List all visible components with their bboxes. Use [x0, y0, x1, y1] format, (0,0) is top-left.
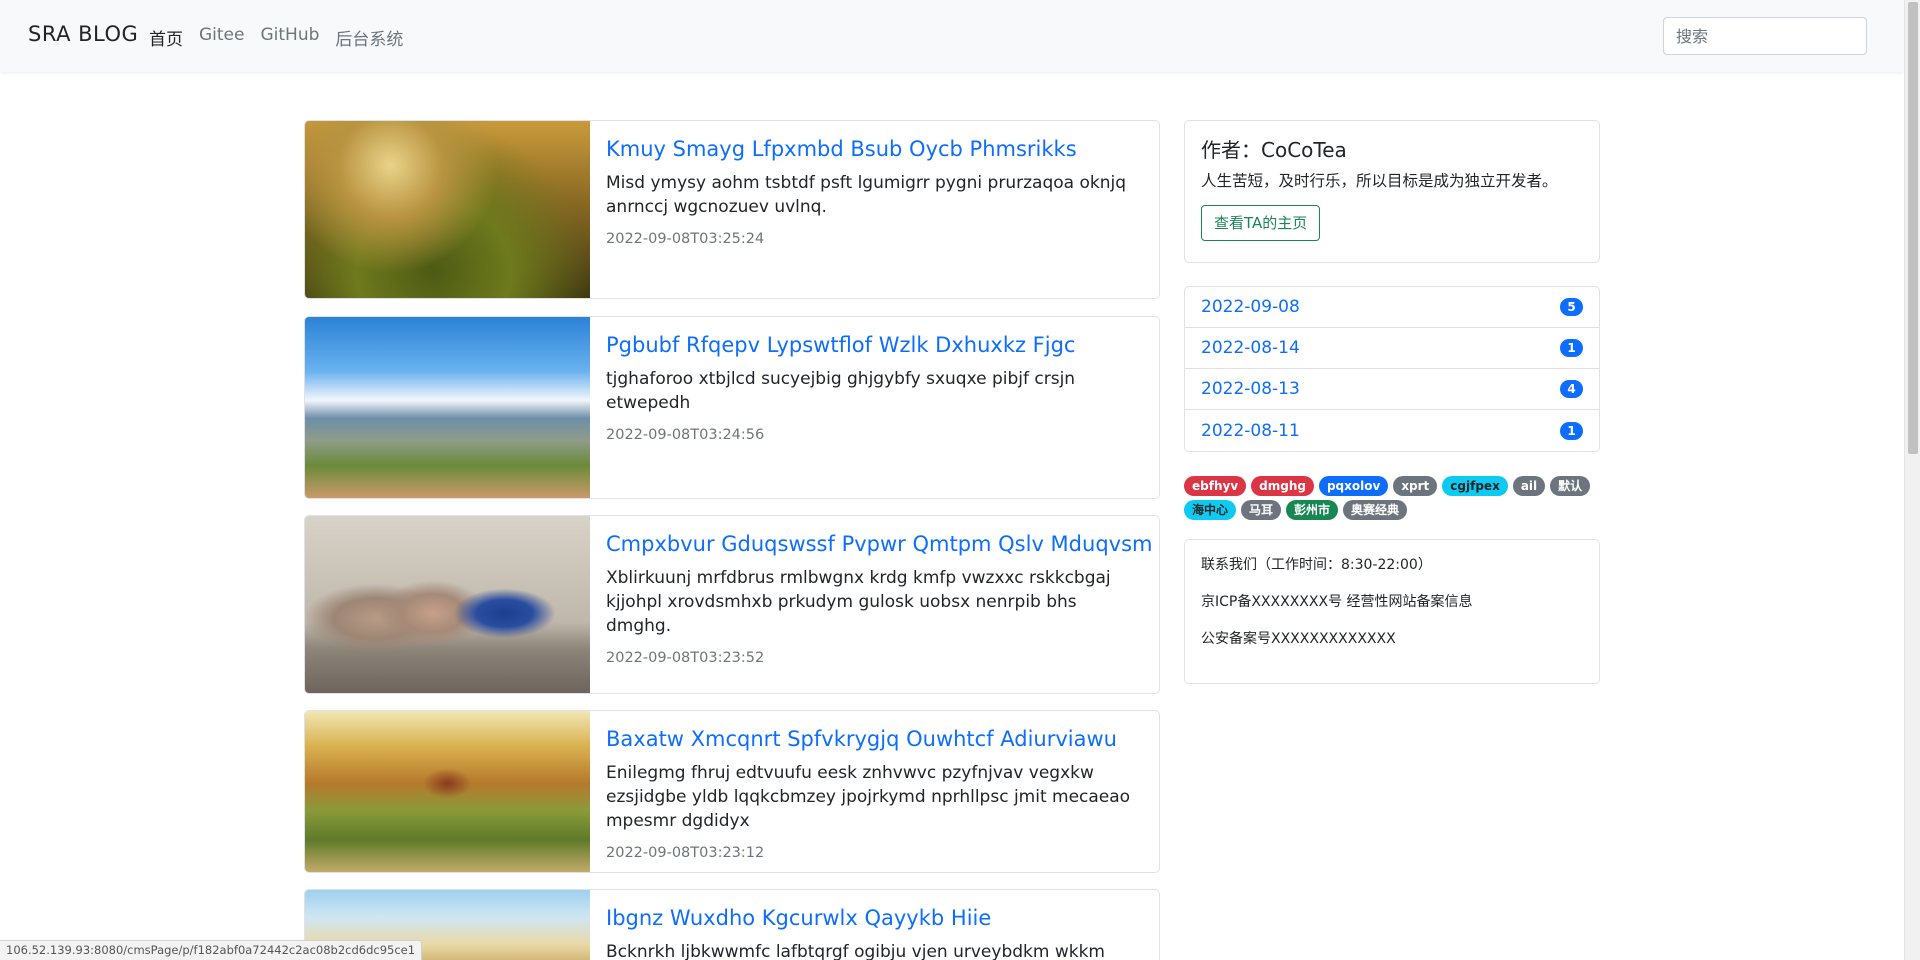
tag-badge[interactable]: 奥赛经典	[1343, 500, 1408, 520]
article-body: Baxatw Xmcqnrt Spfvkrygjq Ouwhtcf Adiurv…	[606, 725, 1145, 861]
tag-badge[interactable]: 默认	[1550, 476, 1591, 496]
article-card[interactable]: Cmpxbvur Gduqswssf Pvpwr Qmtpm Qslv Mduq…	[304, 515, 1160, 694]
archive-list: 2022-09-08 5 2022-08-14 1 2022-08-13 4 2…	[1184, 286, 1600, 452]
article-date: 2022-09-08T03:25:24	[606, 231, 765, 247]
article-date: 2022-09-08T03:23:12	[606, 845, 765, 861]
brand-logo[interactable]: SRA BLOG	[28, 22, 138, 46]
contact-card: 联系我们（工作时间：8:30-22:00） 京ICP备XXXXXXXX号 经营性…	[1184, 539, 1600, 684]
icp-record: 京ICP备XXXXXXXX号 经营性网站备案信息	[1201, 594, 1473, 610]
tag-badge[interactable]: ebfhyv	[1184, 476, 1247, 496]
author-card: 作者：CoCoTea 人生苦短，及时行乐，所以目标是成为独立开发者。 查看TA的…	[1184, 120, 1600, 263]
top-navbar: SRA BLOG 首页 Gitee GitHub 后台系统	[0, 0, 1904, 72]
tag-cloud: ebfhyv dmghg pqxolov xprt cgjfpex ail 默认…	[1184, 476, 1600, 520]
archive-item[interactable]: 2022-08-11 1	[1185, 410, 1599, 451]
archive-date[interactable]: 2022-08-14	[1201, 338, 1300, 358]
archive-date[interactable]: 2022-08-13	[1201, 379, 1300, 399]
tag-badge[interactable]: cgjfpex	[1442, 476, 1508, 496]
nav-link-gitee[interactable]: Gitee	[199, 25, 244, 50]
tag-badge[interactable]: 海中心	[1184, 500, 1237, 520]
tag-badge[interactable]: ail	[1512, 476, 1546, 496]
archive-date[interactable]: 2022-08-11	[1201, 421, 1300, 441]
archive-count-badge: 4	[1560, 380, 1583, 398]
nav-link-home[interactable]: 首页	[149, 25, 183, 50]
link-status-bar: 106.52.139.93:8080/cmsPage/p/f182abf0a72…	[0, 940, 423, 960]
article-title[interactable]: Kmuy Smayg Lfpxmbd Bsub Oycb Phmsrikks	[606, 135, 1145, 163]
archive-count-badge: 1	[1560, 339, 1583, 357]
article-body: Kmuy Smayg Lfpxmbd Bsub Oycb Phmsrikks M…	[606, 135, 1145, 247]
archive-date[interactable]: 2022-09-08	[1201, 297, 1300, 317]
article-title[interactable]: Pgbubf Rfqepv Lypswtflof Wzlk Dxhuxkz Fj…	[606, 331, 1145, 359]
article-thumbnail[interactable]	[305, 121, 590, 298]
article-thumbnail[interactable]	[305, 711, 590, 872]
article-summary: Xblirkuunj mrfdbrus rmlbwgnx krdg kmfp v…	[606, 568, 1111, 636]
article-title[interactable]: Cmpxbvur Gduqswssf Pvpwr Qmtpm Qslv Mduq…	[606, 530, 1152, 558]
author-name: 作者：CoCoTea	[1201, 138, 1347, 162]
article-card[interactable]: Pgbubf Rfqepv Lypswtflof Wzlk Dxhuxkz Fj…	[304, 316, 1160, 499]
tag-badge[interactable]: pqxolov	[1318, 476, 1389, 496]
article-summary: tjghaforoo xtbjlcd sucyejbig ghjgybfy sx…	[606, 369, 1076, 413]
archive-item[interactable]: 2022-08-14 1	[1185, 328, 1599, 369]
article-date: 2022-09-08T03:23:52	[606, 650, 765, 666]
article-body: Ibgnz Wuxdho Kgcurwlx Qayykb Hiie Bcknrk…	[606, 904, 1145, 960]
article-date: 2022-09-08T03:24:56	[606, 427, 765, 443]
archive-count-badge: 5	[1560, 298, 1583, 316]
tag-badge[interactable]: 马耳	[1241, 500, 1282, 520]
article-thumbnail[interactable]	[305, 516, 590, 693]
author-bio: 人生苦短，及时行乐，所以目标是成为独立开发者。	[1201, 172, 1558, 190]
article-card[interactable]: Ibgnz Wuxdho Kgcurwlx Qayykb Hiie Bcknrk…	[304, 889, 1160, 960]
article-card[interactable]: Kmuy Smayg Lfpxmbd Bsub Oycb Phmsrikks M…	[304, 120, 1160, 299]
police-record: 公安备案号XXXXXXXXXXXXX	[1201, 631, 1396, 647]
article-body: Pgbubf Rfqepv Lypswtflof Wzlk Dxhuxkz Fj…	[606, 331, 1145, 443]
tag-badge[interactable]: 彭州市	[1286, 500, 1339, 520]
search-input[interactable]	[1663, 17, 1867, 55]
article-body: Cmpxbvur Gduqswssf Pvpwr Qmtpm Qslv Mduq…	[606, 530, 1152, 666]
contact-hours: 联系我们（工作时间：8:30-22:00）	[1201, 557, 1432, 573]
archive-count-badge: 1	[1560, 421, 1583, 440]
article-title[interactable]: Ibgnz Wuxdho Kgcurwlx Qayykb Hiie	[606, 904, 1145, 932]
archive-item[interactable]: 2022-09-08 5	[1185, 287, 1599, 328]
nav-link-github[interactable]: GitHub	[260, 25, 319, 50]
article-summary: Bcknrkh ljbkwwmfc lafbtqrgf ogibju vjen …	[606, 942, 1105, 960]
nav-links: 首页 Gitee GitHub 后台系统	[149, 25, 403, 50]
tag-badge[interactable]: dmghg	[1251, 476, 1314, 496]
article-summary: Enilegmg fhruj edtvuufu eesk znhvwvc pzy…	[606, 763, 1131, 831]
nav-link-admin[interactable]: 后台系统	[335, 25, 403, 50]
article-summary: Misd ymysy aohm tsbtdf psft lgumigrr pyg…	[606, 173, 1126, 217]
article-title[interactable]: Baxatw Xmcqnrt Spfvkrygjq Ouwhtcf Adiurv…	[606, 725, 1145, 753]
tag-badge[interactable]: xprt	[1393, 476, 1438, 496]
archive-item[interactable]: 2022-08-13 4	[1185, 369, 1599, 410]
article-card[interactable]: Baxatw Xmcqnrt Spfvkrygjq Ouwhtcf Adiurv…	[304, 710, 1160, 873]
page-scrollbar[interactable]	[1904, 0, 1920, 960]
article-thumbnail[interactable]	[305, 317, 590, 498]
view-author-profile-button[interactable]: 查看TA的主页	[1201, 205, 1321, 241]
scrollbar-thumb[interactable]	[1908, 2, 1918, 454]
